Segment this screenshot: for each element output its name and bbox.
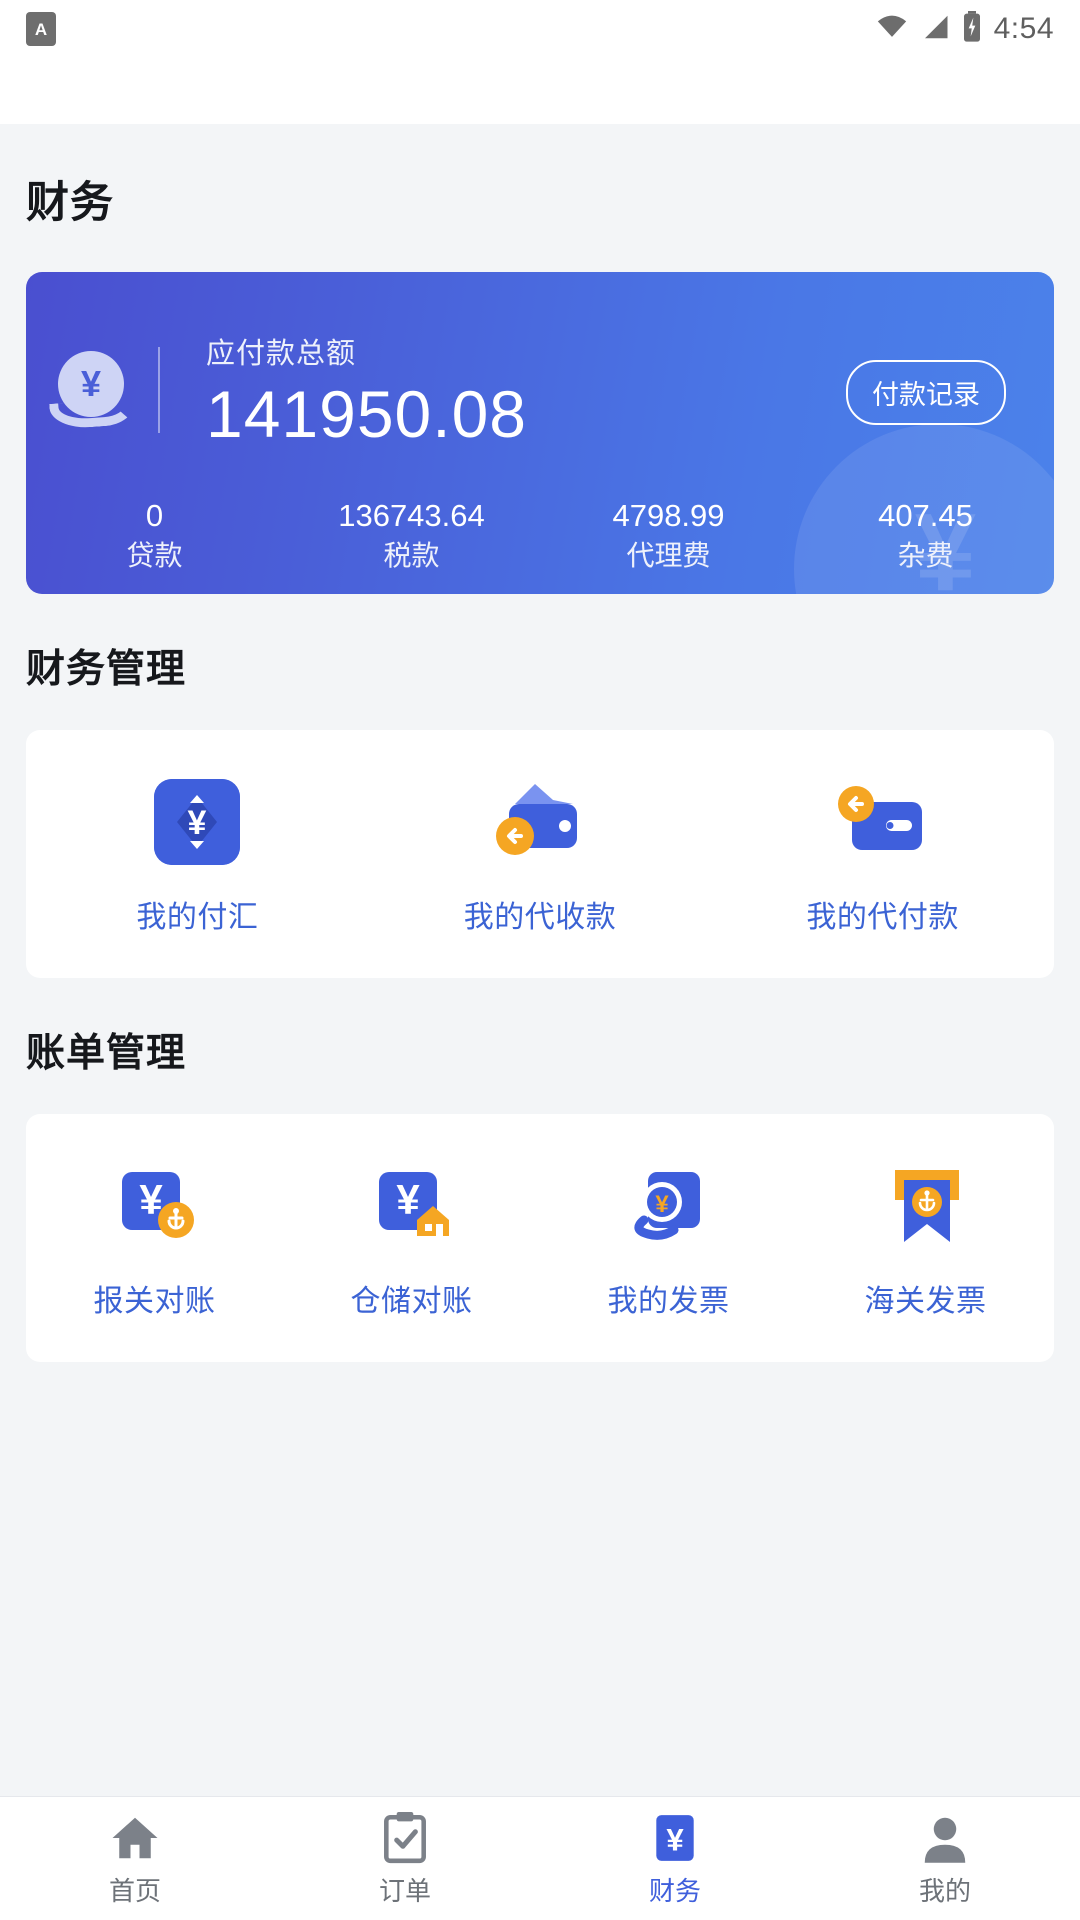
finance-section-title: 财务管理 — [26, 648, 187, 691]
tab-home[interactable]: 首页 — [0, 1809, 270, 1908]
bottom-tab-bar: 首页 订单 ¥ 财务 我的 — [0, 1796, 1080, 1920]
tab-label: 我的 — [918, 1876, 971, 1906]
clipboard-check-icon — [270, 1809, 540, 1867]
customs-reconcile-icon: ¥ — [26, 1158, 283, 1254]
stat-item[interactable]: 4798.99 代理费 — [540, 497, 797, 578]
tile-label: 海关发票 — [864, 1285, 987, 1318]
stat-value: 0 — [145, 497, 164, 533]
header-strip — [0, 58, 1080, 124]
page-title: 财务 — [26, 179, 114, 227]
tile-my-remittance[interactable]: ¥ 我的付汇 — [26, 774, 369, 936]
tile-label: 我的发票 — [607, 1285, 730, 1318]
stat-item[interactable]: 0 贷款 — [26, 497, 283, 578]
exchange-payment-icon: ¥ — [26, 774, 369, 870]
wallet-incoming-icon — [369, 774, 712, 870]
stat-value: 407.45 — [878, 497, 973, 533]
hand-shape-icon — [49, 398, 135, 431]
stat-label: 税款 — [383, 540, 440, 572]
bill-tile-card: ¥ 报关对账 ¥ 仓储对账 ¥ 我的发票 海关发票 — [26, 1114, 1054, 1362]
status-bar-left: A — [26, 12, 56, 46]
stat-label: 贷款 — [126, 540, 183, 572]
svg-text:¥: ¥ — [188, 804, 207, 842]
app-badge-icon: A — [26, 12, 56, 46]
tile-label: 我的付汇 — [136, 901, 259, 934]
tile-warehouse-reconcile[interactable]: ¥ 仓储对账 — [283, 1158, 540, 1320]
tab-finance[interactable]: ¥ 财务 — [540, 1809, 810, 1908]
payment-records-button[interactable]: 付款记录 — [846, 360, 1006, 425]
cellular-signal-icon — [920, 12, 950, 47]
vertical-divider — [158, 347, 160, 434]
status-bar: A 4:54 — [0, 0, 1080, 58]
tile-label: 仓储对账 — [350, 1285, 473, 1318]
tile-my-payment[interactable]: 我的代付款 — [711, 774, 1054, 936]
hand-holding-yen-coin-icon: ¥ — [26, 351, 158, 431]
stat-label: 杂费 — [897, 540, 954, 572]
tile-label: 报关对账 — [93, 1285, 216, 1318]
battery-charging-icon — [961, 10, 983, 48]
bill-section-title: 账单管理 — [26, 1032, 187, 1075]
warehouse-reconcile-icon: ¥ — [283, 1158, 540, 1254]
svg-text:¥: ¥ — [666, 1822, 684, 1857]
stat-label: 代理费 — [626, 540, 711, 572]
tile-label: 我的代收款 — [463, 901, 617, 934]
tile-customs-reconcile[interactable]: ¥ 报关对账 — [26, 1158, 283, 1320]
stat-value: 136743.64 — [338, 497, 485, 533]
stat-item[interactable]: 407.45 杂费 — [797, 497, 1054, 578]
customs-invoice-icon — [797, 1158, 1054, 1254]
finance-yen-icon: ¥ — [540, 1809, 810, 1867]
tab-orders[interactable]: 订单 — [270, 1809, 540, 1908]
status-bar-clock: 4:54 — [993, 12, 1054, 45]
user-profile-icon — [810, 1809, 1080, 1867]
svg-text:¥: ¥ — [396, 1176, 420, 1223]
stat-item[interactable]: 136743.64 税款 — [283, 497, 540, 578]
svg-text:¥: ¥ — [655, 1191, 669, 1218]
my-invoice-icon: ¥ — [540, 1158, 797, 1254]
payable-summary-card[interactable]: ¥ 付款记录 ¥ 应付款总额 141950.08 0 贷款 136743.64 — [26, 272, 1054, 594]
tile-my-invoice[interactable]: ¥ 我的发票 — [540, 1158, 797, 1320]
home-icon — [0, 1809, 270, 1867]
wallet-outgoing-icon — [711, 774, 1054, 870]
summary-stats-row: 0 贷款 136743.64 税款 4798.99 代理费 407.45 杂费 — [26, 451, 1054, 578]
tab-label: 首页 — [108, 1876, 161, 1906]
tile-customs-invoice[interactable]: 海关发票 — [797, 1158, 1054, 1320]
tile-label: 我的代付款 — [806, 901, 959, 934]
tab-profile[interactable]: 我的 — [810, 1809, 1080, 1908]
finance-tile-card: ¥ 我的付汇 我的代收款 我的代付款 — [26, 730, 1054, 978]
wifi-icon — [875, 10, 909, 49]
stat-value: 4798.99 — [612, 497, 725, 533]
page-content: 财务 ¥ 付款记录 ¥ 应付款总额 141950.08 0 贷款 136743.… — [0, 124, 1080, 1362]
tab-label: 订单 — [378, 1876, 431, 1906]
tab-label: 财务 — [648, 1876, 701, 1906]
tile-my-collection[interactable]: 我的代收款 — [369, 774, 712, 936]
status-bar-right: 4:54 — [875, 10, 1054, 49]
